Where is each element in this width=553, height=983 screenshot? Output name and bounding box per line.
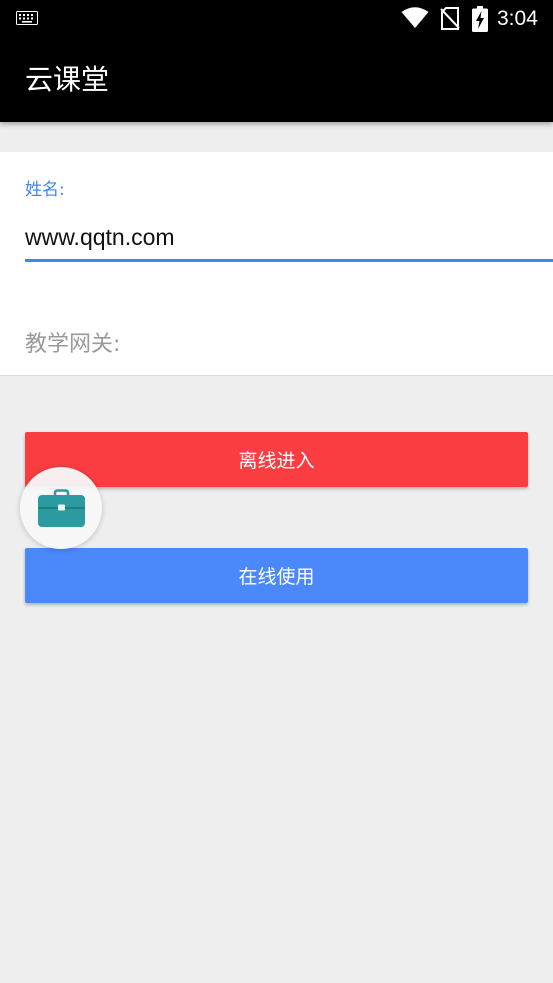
app-toolbar: 云课堂 [0, 38, 553, 122]
no-sim-icon [440, 7, 460, 30]
online-use-button[interactable]: 在线使用 [25, 548, 528, 603]
gateway-input[interactable] [25, 324, 545, 364]
battery-charging-icon [472, 6, 488, 32]
status-time: 3:04 [497, 7, 538, 30]
login-form: 姓名: [0, 152, 553, 376]
wifi-icon [401, 7, 429, 28]
keyboard-icon [16, 11, 38, 25]
floating-toolbox-button[interactable] [20, 467, 102, 549]
offline-enter-button[interactable]: 离线进入 [25, 432, 528, 487]
app-title: 云课堂 [25, 63, 110, 96]
status-bar: 3:04 [0, 0, 553, 38]
toolbox-icon [38, 489, 85, 527]
name-label: 姓名: [25, 180, 65, 200]
name-input[interactable] [25, 216, 553, 262]
